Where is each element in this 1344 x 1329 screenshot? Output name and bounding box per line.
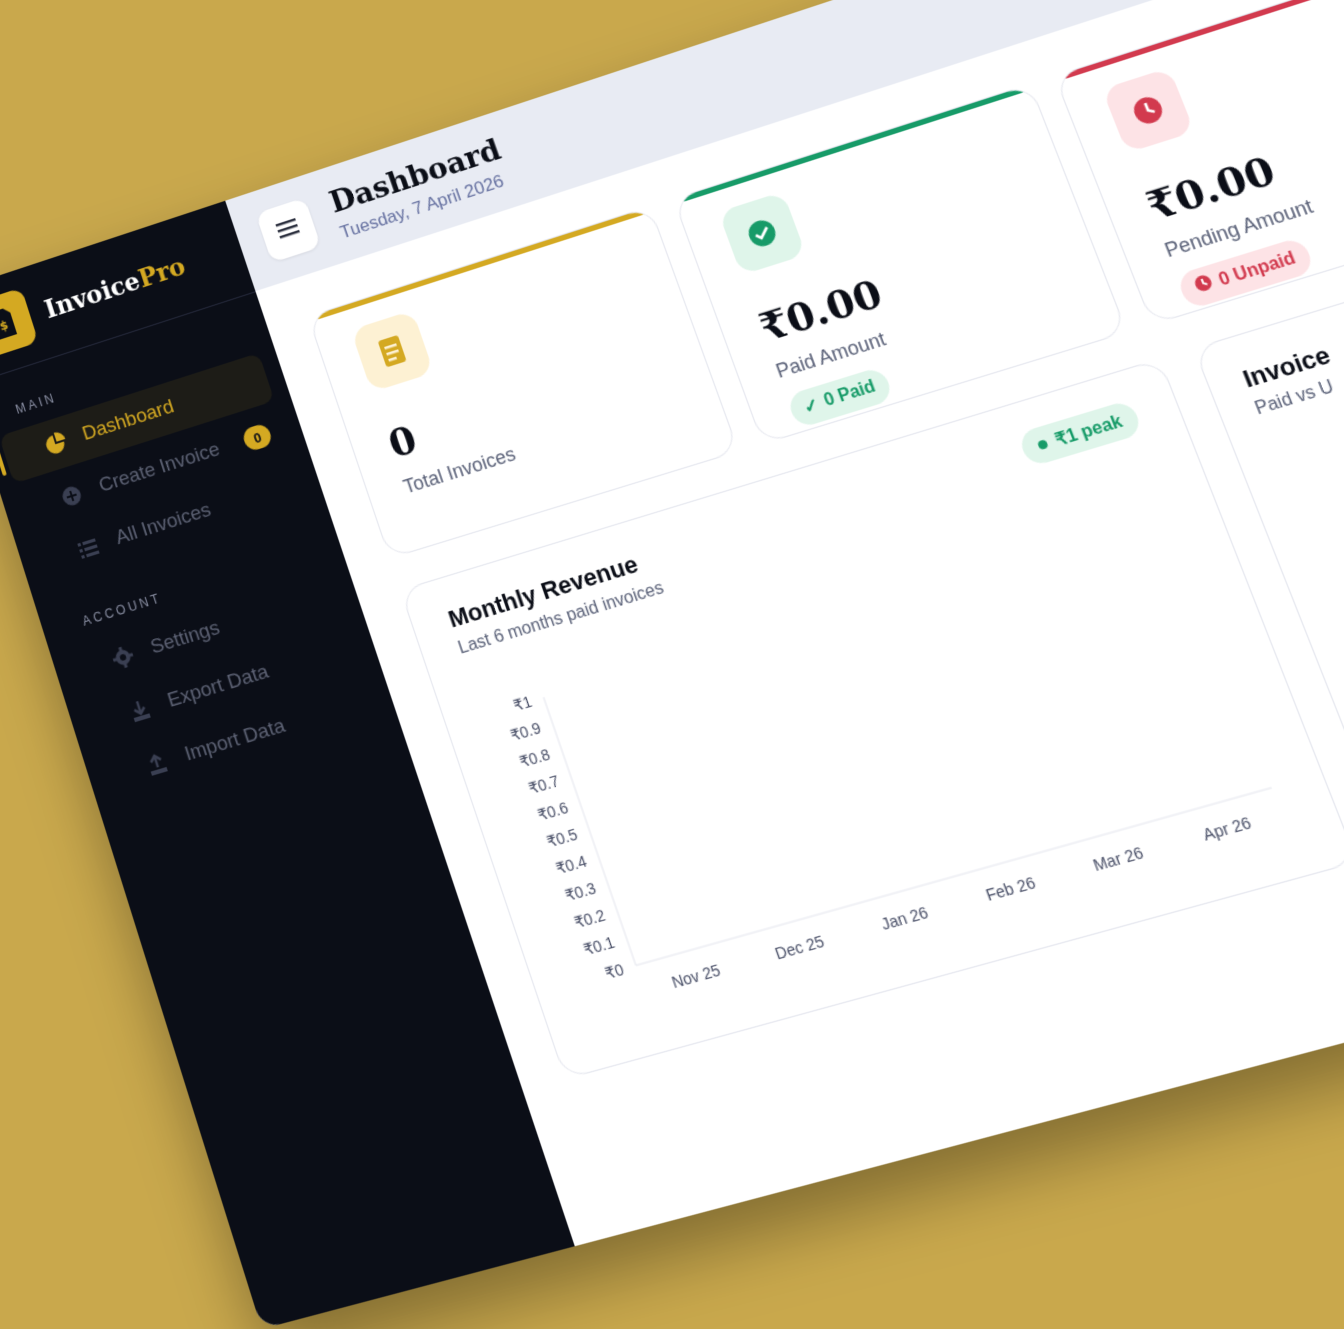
hamburger-icon [275,217,302,244]
plus-circle-icon [58,482,86,511]
y-tick-label: ₹0.2 [572,906,608,932]
x-tick-label: Jan 26 [878,903,931,934]
status-dot-icon [1036,439,1049,451]
sidebar-item-label: Export Data [164,660,272,713]
y-tick-label: ₹1 [511,692,534,714]
count-badge: 0 [240,422,274,453]
sidebar-item-label: All Invoices [112,498,214,550]
invoice-icon [350,310,434,393]
menu-toggle-button[interactable] [255,197,322,263]
x-tick-label: Apr 26 [1200,813,1254,844]
unpaid-count-text: 0 Unpaid [1216,248,1299,290]
y-tick-label: ₹0.3 [563,879,599,905]
invoice-logo-icon: $ [0,287,39,360]
brand-name: InvoicePro [40,250,189,324]
check-circle-icon [718,191,807,276]
x-tick-label: Mar 26 [1090,843,1146,875]
x-axis-line [636,788,1272,966]
y-tick-label: ₹0.1 [581,933,617,959]
download-icon [126,696,155,725]
scene: $ InvoicePro MAIN Dashboard Create Invoi… [0,0,1344,1329]
sidebar-item-label: Dashboard [79,395,177,446]
y-tick-label: ₹0 [602,960,626,983]
y-tick-label: ₹0.8 [517,745,553,771]
y-tick-label: ₹0.4 [553,852,589,878]
upload-icon [143,750,172,779]
paid-count-text: 0 Paid [821,377,879,411]
x-tick-label: Dec 25 [773,932,827,963]
pie-chart-icon [41,429,69,459]
y-tick-label: ₹0.5 [544,825,580,851]
page-heading: Dashboard Tuesday, 7 April 2026 [325,131,513,243]
list-icon [74,534,102,563]
sidebar-item-label: Settings [147,616,223,659]
gear-icon [109,643,138,672]
y-tick-label: ₹0.9 [508,719,543,745]
checkmark-icon: ✓ [801,395,823,418]
y-tick-label: ₹0.7 [526,772,561,798]
y-tick-label: ₹0.6 [535,798,571,824]
clock-small-icon [1191,272,1217,300]
sidebar-item-label: Import Data [182,714,289,766]
clock-icon [1101,67,1195,154]
x-tick-label: Nov 25 [669,961,723,992]
app-window: $ InvoicePro MAIN Dashboard Create Invoi… [0,0,1344,1329]
